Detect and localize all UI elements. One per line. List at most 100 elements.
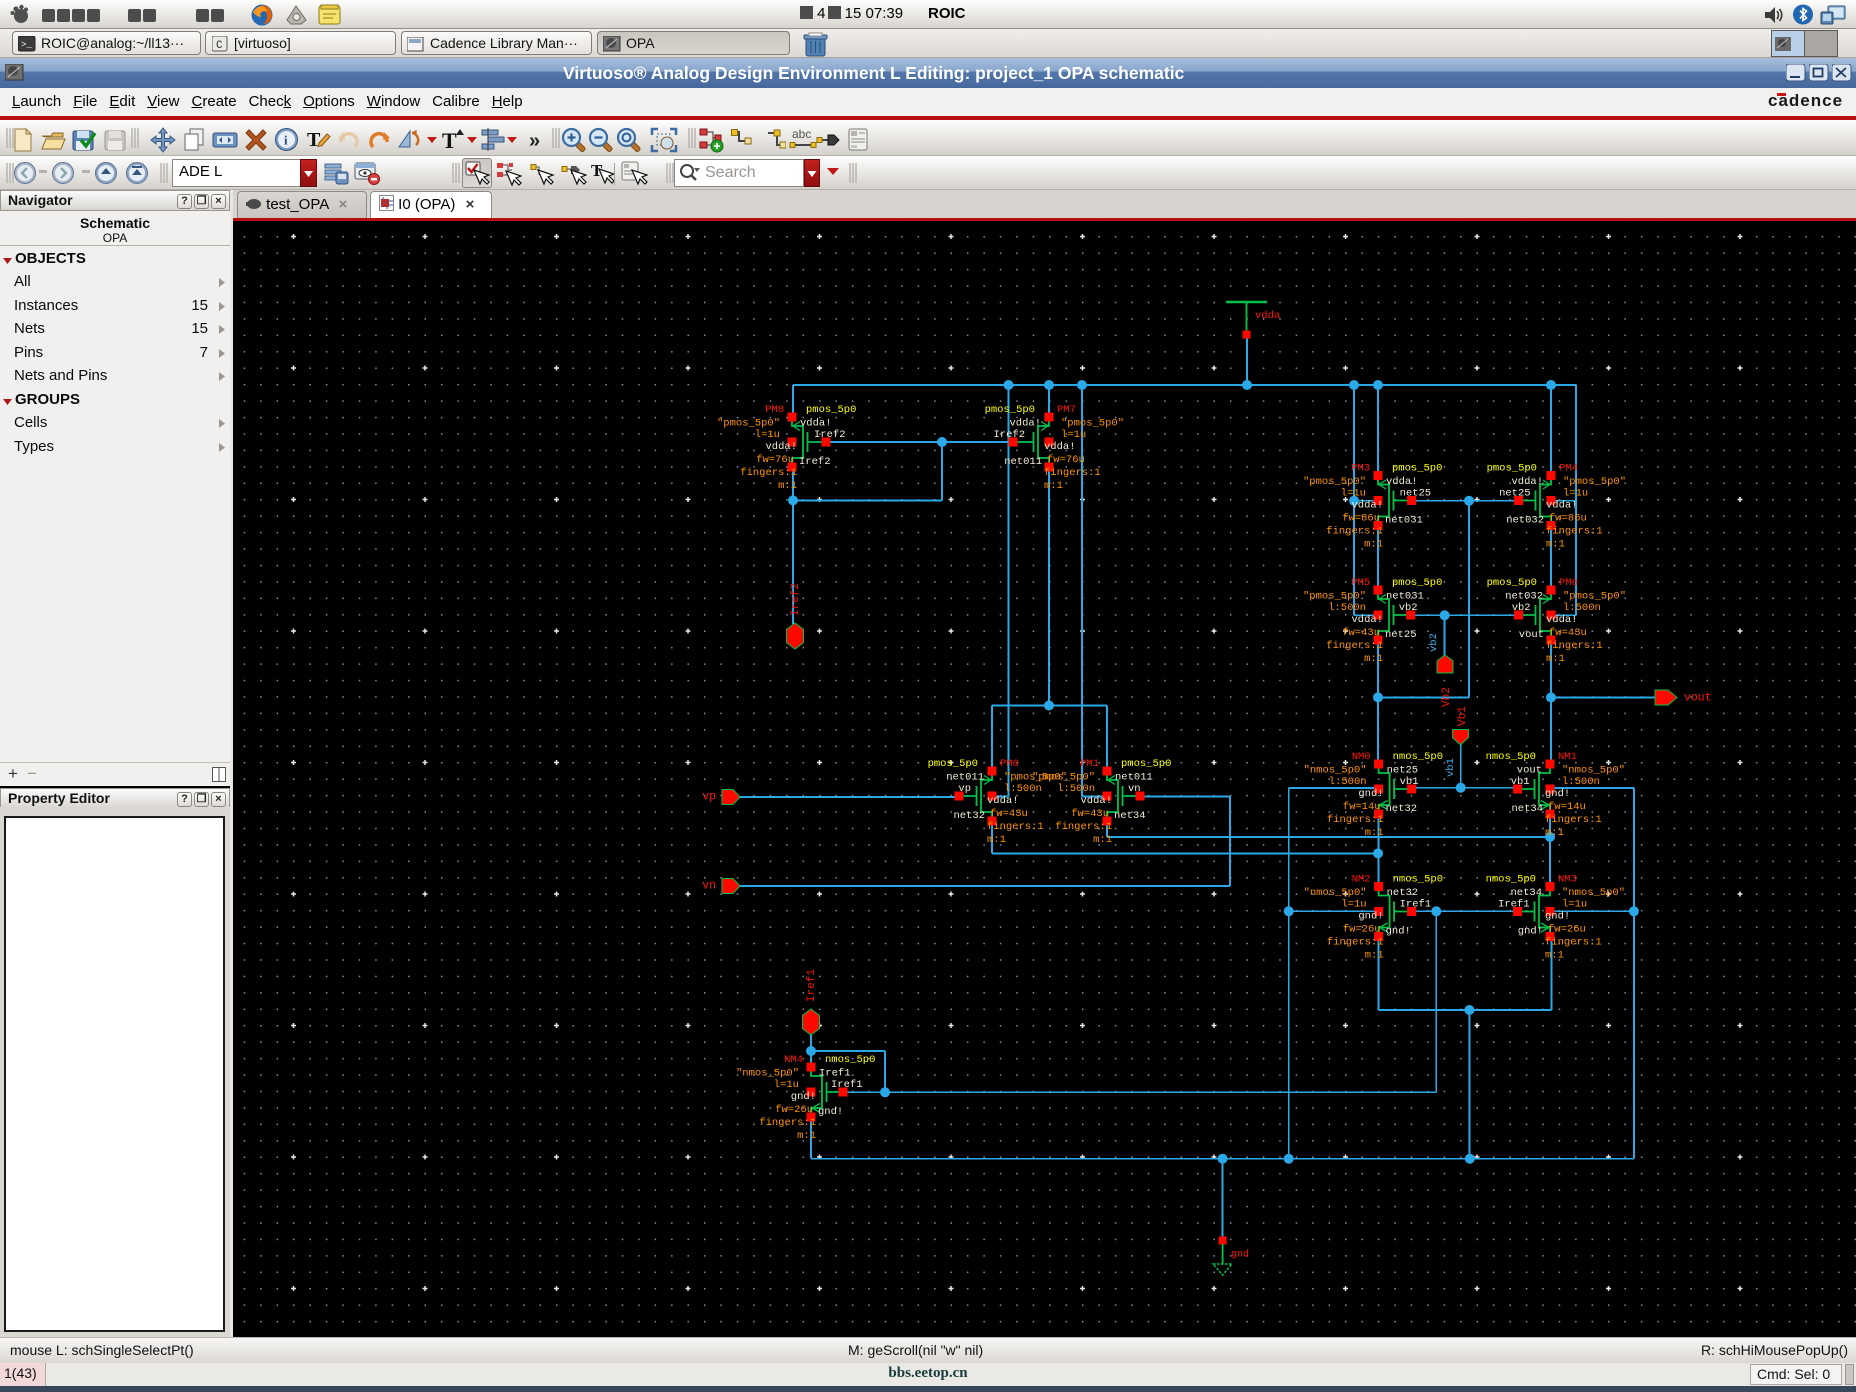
svg-text:Iref2: Iref2 bbox=[993, 429, 1025, 441]
svg-text:l=1u: l=1u bbox=[755, 429, 780, 441]
svg-text:gnd!: gnd! bbox=[1545, 911, 1570, 923]
svg-text:"pmos_5p0": "pmos_5p0" bbox=[1563, 476, 1626, 488]
svg-text:m:1: m:1 bbox=[1546, 653, 1565, 665]
svg-text:net32: net32 bbox=[1387, 887, 1419, 899]
svg-text:"nmos_5p0": "nmos_5p0" bbox=[1304, 765, 1367, 777]
svg-text:fw=26u: fw=26u bbox=[1548, 924, 1586, 936]
svg-text:vout: vout bbox=[1684, 692, 1712, 705]
svg-text:pmos_5p0: pmos_5p0 bbox=[928, 758, 978, 770]
svg-text:>_: >_ bbox=[21, 40, 32, 50]
svg-text:net031: net031 bbox=[1386, 591, 1424, 603]
svg-text:gnd: gnd bbox=[1231, 1249, 1249, 1261]
svg-text:Iref1: Iref1 bbox=[819, 1068, 851, 1080]
svg-text:vdda!: vdda! bbox=[1080, 795, 1112, 807]
svg-text:m:1: m:1 bbox=[1546, 539, 1565, 551]
svg-text:fingers:1: fingers:1 bbox=[1546, 526, 1603, 538]
svg-text:gnd!: gnd! bbox=[791, 1091, 816, 1103]
svg-text:vb2: vb2 bbox=[1399, 602, 1418, 614]
svg-text:vb1: vb1 bbox=[1511, 776, 1530, 788]
svg-text:"nmos_5p0": "nmos_5p0" bbox=[736, 1068, 799, 1080]
svg-text:m:1: m:1 bbox=[987, 834, 1006, 846]
svg-text:fw=26u: fw=26u bbox=[775, 1104, 813, 1116]
svg-text:l:500n: l:500n bbox=[1057, 783, 1095, 795]
svg-text:fw=43u: fw=43u bbox=[1342, 627, 1380, 639]
svg-text:fingers:1: fingers:1 bbox=[1327, 814, 1384, 826]
svg-text:m:1: m:1 bbox=[1545, 950, 1564, 962]
svg-text:vdda!: vdda! bbox=[1386, 476, 1418, 488]
svg-text:l=1u: l=1u bbox=[1341, 899, 1366, 911]
svg-text:fingers:1: fingers:1 bbox=[987, 821, 1044, 833]
svg-text:vb1: vb1 bbox=[1445, 758, 1457, 777]
svg-text:PM3: PM3 bbox=[1351, 463, 1370, 475]
svg-text:NM1: NM1 bbox=[1558, 751, 1577, 763]
svg-text:net011: net011 bbox=[1115, 772, 1153, 784]
svg-text:"pmos_5p0": "pmos_5p0" bbox=[1032, 772, 1095, 784]
svg-text:net031: net031 bbox=[1385, 515, 1423, 527]
svg-text:T: T bbox=[442, 128, 457, 153]
svg-text:net32: net32 bbox=[1386, 803, 1418, 815]
svg-text:net25: net25 bbox=[1387, 765, 1419, 777]
svg-text:vout: vout bbox=[1519, 629, 1544, 641]
svg-text:Iref1: Iref1 bbox=[831, 1079, 863, 1091]
svg-text:fingers:1: fingers:1 bbox=[1545, 937, 1602, 949]
svg-text:pmos_5p0: pmos_5p0 bbox=[1487, 577, 1537, 589]
svg-text:net011: net011 bbox=[946, 772, 984, 784]
svg-text:pmos_5p0: pmos_5p0 bbox=[1487, 463, 1537, 475]
svg-text:fingers:1: fingers:1 bbox=[1327, 937, 1384, 949]
svg-text:fw=86u: fw=86u bbox=[1549, 513, 1587, 525]
svg-text:NM2: NM2 bbox=[1352, 874, 1371, 886]
svg-text:l:500n: l:500n bbox=[1562, 776, 1600, 788]
svg-text:m:1: m:1 bbox=[1044, 480, 1063, 492]
svg-text:vdda!: vdda! bbox=[765, 441, 797, 453]
svg-text:C: C bbox=[216, 40, 223, 52]
svg-text:vb2: vb2 bbox=[1428, 633, 1440, 652]
svg-text:vn: vn bbox=[1128, 783, 1141, 795]
svg-text:fw=26u: fw=26u bbox=[1343, 924, 1381, 936]
svg-text:fingers:1: fingers:1 bbox=[759, 1117, 816, 1129]
svg-text:vb2: vb2 bbox=[1512, 602, 1531, 614]
svg-text:nmos_5p0: nmos_5p0 bbox=[1486, 874, 1536, 886]
svg-text:m:1: m:1 bbox=[1364, 653, 1383, 665]
svg-text:i: i bbox=[284, 133, 288, 148]
svg-text:fw=43u: fw=43u bbox=[1071, 808, 1109, 820]
svg-text:Iref2: Iref2 bbox=[799, 456, 831, 468]
svg-text:m:1: m:1 bbox=[778, 480, 797, 492]
svg-text:vdda!: vdda! bbox=[987, 795, 1019, 807]
svg-text:pmos_5p0: pmos_5p0 bbox=[1392, 463, 1442, 475]
svg-text:l=1u: l=1u bbox=[1061, 429, 1086, 441]
svg-text:m:1: m:1 bbox=[1364, 539, 1383, 551]
svg-text:fw=76u: fw=76u bbox=[756, 454, 794, 466]
svg-text:PM6: PM6 bbox=[1559, 577, 1578, 589]
svg-text:net34: net34 bbox=[1510, 887, 1542, 899]
svg-text:vp: vp bbox=[702, 791, 716, 804]
svg-text:"pmos_5p0": "pmos_5p0" bbox=[1563, 591, 1626, 603]
svg-text:Iref1: Iref1 bbox=[806, 969, 818, 1002]
svg-text:vdda!: vdda! bbox=[1546, 614, 1578, 626]
svg-text:vdda!: vdda! bbox=[1009, 418, 1041, 430]
svg-text:NM4: NM4 bbox=[784, 1054, 803, 1066]
svg-text:l=1u: l=1u bbox=[1341, 488, 1366, 500]
svg-text:fw=14u: fw=14u bbox=[1548, 801, 1586, 813]
svg-text:l:500n: l:500n bbox=[1328, 602, 1366, 614]
svg-text:Iref1: Iref1 bbox=[1498, 899, 1530, 911]
svg-text:l=1u: l=1u bbox=[1563, 488, 1588, 500]
svg-text:"pmos_5p0": "pmos_5p0" bbox=[1061, 418, 1124, 430]
svg-text:NM3: NM3 bbox=[1558, 874, 1577, 886]
svg-text:net34: net34 bbox=[1114, 810, 1146, 822]
svg-text:PM5: PM5 bbox=[1351, 577, 1370, 589]
svg-text:net032: net032 bbox=[1506, 515, 1544, 527]
svg-text:"nmos_5p0": "nmos_5p0" bbox=[1304, 887, 1367, 899]
svg-text:fw=43u: fw=43u bbox=[990, 808, 1028, 820]
svg-text:»: » bbox=[529, 130, 540, 152]
svg-text:PM8: PM8 bbox=[765, 404, 784, 416]
svg-text:gnd!: gnd! bbox=[1386, 926, 1411, 938]
svg-text:gnd!: gnd! bbox=[1518, 926, 1543, 938]
svg-text:pmos_5p0: pmos_5p0 bbox=[1392, 577, 1442, 589]
svg-text:l=1u: l=1u bbox=[774, 1079, 799, 1091]
svg-text:gnd!: gnd! bbox=[818, 1106, 843, 1118]
svg-text:nmos_5p0: nmos_5p0 bbox=[1393, 874, 1443, 886]
svg-text:vn: vn bbox=[702, 880, 716, 893]
svg-text:m:1: m:1 bbox=[1365, 827, 1384, 839]
svg-text:m:1: m:1 bbox=[797, 1130, 816, 1142]
svg-text:PM7: PM7 bbox=[1057, 404, 1076, 416]
